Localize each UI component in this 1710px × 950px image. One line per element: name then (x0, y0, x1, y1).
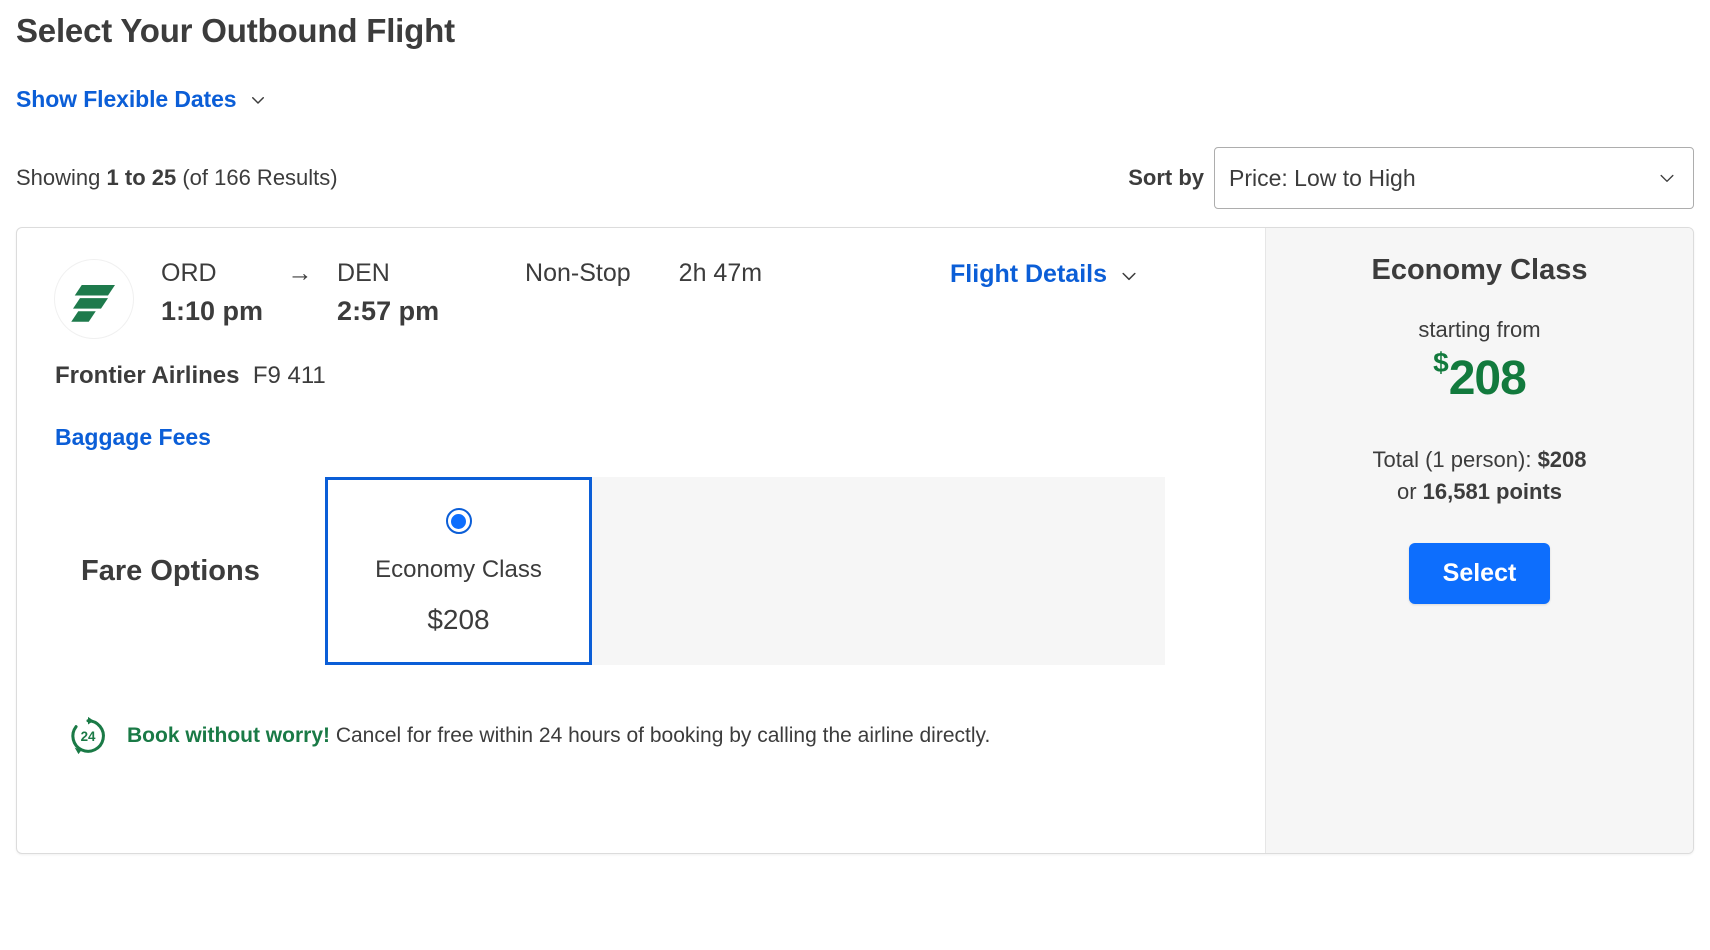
points-prefix: or (1396, 479, 1423, 504)
fare-option-economy-class[interactable]: Economy Class $208 (325, 477, 592, 665)
total-label: Total (1 person): (1372, 447, 1538, 472)
price-panel-total: Total (1 person): $208 (1266, 447, 1693, 473)
book-without-worry-text: Book without worry! Cancel for free with… (127, 724, 990, 748)
sort-control: Sort by Price: Low to High (1128, 147, 1694, 209)
results-count-suffix: (of 166 Results) (176, 165, 338, 190)
flight-info-section: ORD 1:10 pm → DEN 2:57 pm Non-Stop 2h 47m… (17, 228, 1265, 853)
destination-airport-code: DEN (337, 259, 390, 287)
airline-name: Frontier Airlines (55, 362, 240, 389)
arrival-time: 2:57 pm (337, 296, 440, 326)
sort-by-select[interactable]: Price: Low to High (1214, 147, 1694, 209)
price-amount: 208 (1448, 352, 1527, 405)
page-title: Select Your Outbound Flight (16, 12, 455, 49)
price-panel-class-name: Economy Class (1371, 254, 1588, 286)
price-currency-symbol: $ (1433, 347, 1449, 378)
route-row: ORD 1:10 pm → DEN 2:57 pm Non-Stop 2h 47m… (55, 256, 1265, 338)
destination-block: DEN 2:57 pm (337, 256, 477, 332)
frontier-airlines-logo (55, 260, 133, 338)
sort-by-label: Sort by (1128, 165, 1204, 190)
price-panel-points: or 16,581 points (1266, 479, 1693, 505)
flight-result-card: ORD 1:10 pm → DEN 2:57 pm Non-Stop 2h 47m… (16, 227, 1694, 854)
fare-options-empty-strip (592, 477, 1165, 665)
stops-label: Non-Stop (525, 259, 631, 287)
sort-by-selected-value: Price: Low to High (1229, 164, 1416, 191)
airline-row: Frontier Airlines F9 411 (55, 362, 1265, 390)
origin-airport-code: ORD (161, 259, 217, 287)
select-button[interactable]: Select (1408, 543, 1551, 604)
price-panel-price: $208 (1266, 349, 1693, 403)
chevron-down-icon (1119, 266, 1137, 284)
24-hour-refresh-icon: 24 (67, 715, 109, 757)
chevron-down-icon (1657, 168, 1677, 188)
results-count: Showing 1 to 25 (of 166 Results) (16, 165, 338, 191)
points-amount: 16,581 points (1422, 479, 1563, 504)
radio-selected-icon[interactable] (445, 508, 472, 534)
origin-destination-block: ORD 1:10 pm → DEN 2:57 pm Non-Stop 2h 47m (161, 256, 762, 332)
price-panel-starting-from: starting from (1418, 317, 1541, 342)
book-without-worry-banner: 24 Book without worry! Cancel for free w… (55, 715, 1265, 757)
show-flexible-dates-label[interactable]: Show Flexible Dates (16, 86, 237, 113)
route-arrow-icon: → (287, 259, 313, 287)
results-bar: Showing 1 to 25 (of 166 Results) Sort by… (16, 147, 1694, 209)
departure-time: 1:10 pm (161, 296, 264, 326)
flight-details-toggle[interactable]: Flight Details (950, 260, 1137, 289)
svg-text:24: 24 (81, 729, 96, 744)
price-panel: Economy Class starting from $208 Total (… (1265, 228, 1693, 853)
fare-options-section: Fare Options Economy Class $208 (55, 477, 1265, 665)
fare-option-name: Economy Class (375, 556, 542, 583)
show-flexible-dates-toggle[interactable]: Show Flexible Dates (16, 86, 1694, 113)
book-without-worry-body: Cancel for free within 24 hours of booki… (330, 724, 991, 747)
fare-option-price: $208 (427, 604, 490, 635)
book-without-worry-headline: Book without worry! (127, 724, 330, 747)
origin-block: ORD 1:10 pm (161, 256, 263, 332)
flight-number: F9 411 (252, 362, 326, 389)
flight-search-results-page: Select Your Outbound Flight Show Flexibl… (0, 0, 1710, 950)
duration-label: 2h 47m (678, 259, 763, 287)
baggage-fees-link[interactable]: Baggage Fees (55, 424, 211, 451)
total-amount: $208 (1537, 447, 1587, 472)
flight-details-label: Flight Details (950, 260, 1107, 288)
results-count-prefix: Showing (16, 165, 107, 190)
results-count-range: 1 to 25 (106, 165, 177, 190)
flight-meta: Non-Stop 2h 47m (525, 256, 762, 290)
chevron-down-icon (249, 91, 267, 109)
fare-options-label: Fare Options (81, 554, 260, 587)
